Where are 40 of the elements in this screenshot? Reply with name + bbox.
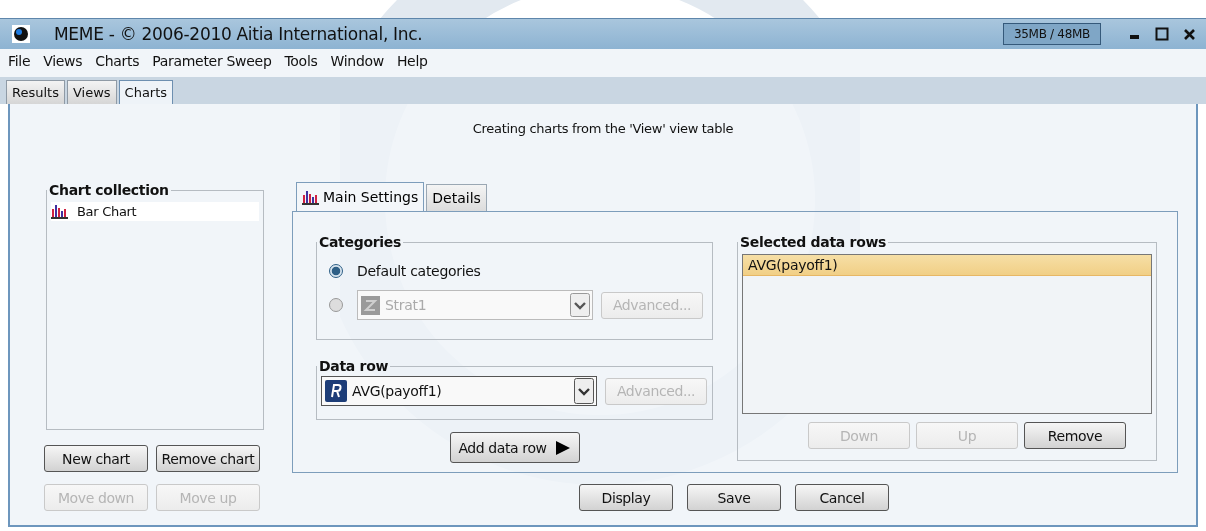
group-title: Categories [318,234,403,250]
data-row-item[interactable]: AVG(payoff1) [743,255,1151,276]
menu-item[interactable]: Views [43,53,83,73]
play-arrow-icon [554,439,571,456]
header-text: Creating charts from the 'View' view table [471,121,735,138]
data-row-dropdown[interactable]: AVG(payoff1) [321,376,597,406]
tab[interactable]: Charts [118,80,174,104]
close-icon[interactable] [1183,27,1196,41]
footer-button[interactable]: Display [579,484,673,511]
footer-button[interactable]: Save [687,484,781,511]
z-icon [361,295,380,315]
radio-button[interactable] [329,264,343,278]
app-logo-icon [12,25,30,43]
add-data-row-button[interactable]: Add data row [449,432,580,463]
menu-item[interactable]: File [8,53,31,73]
group-title: Chart collection [48,182,170,198]
menu-item[interactable]: Window [330,53,384,73]
menu-item[interactable]: Parameter Sweep [152,53,272,73]
group-title: Selected data rows [739,234,888,250]
footer-button[interactable]: Cancel [795,484,889,511]
chart-button[interactable]: Remove chart [156,445,260,472]
bar-chart-icon [302,189,319,205]
memory-indicator: 35MB / 48MB [1002,23,1101,45]
chart-list-item[interactable]: Bar Chart [51,202,259,221]
r-icon [325,380,347,402]
group-title: Data row [318,358,390,374]
tab[interactable]: Views [66,80,117,104]
maximize-icon[interactable] [1155,27,1169,41]
radio-label: Default categories [357,263,481,279]
menu-item[interactable]: Tools [284,53,318,73]
tab[interactable]: Results [6,80,65,104]
settings-tab[interactable]: Main Settings [296,182,425,211]
bar-chart-icon [51,204,68,219]
menu-item[interactable]: Charts [95,53,140,73]
menu-item[interactable]: Help [396,53,428,73]
settings-tab[interactable]: Details [426,184,487,211]
chart-name: Bar Chart [77,204,137,219]
window-title: MEME - © 2006-2010 Aitia International, Inc. [54,24,424,44]
list-button[interactable]: Remove [1024,422,1126,449]
chart-button[interactable]: New chart [44,445,148,472]
